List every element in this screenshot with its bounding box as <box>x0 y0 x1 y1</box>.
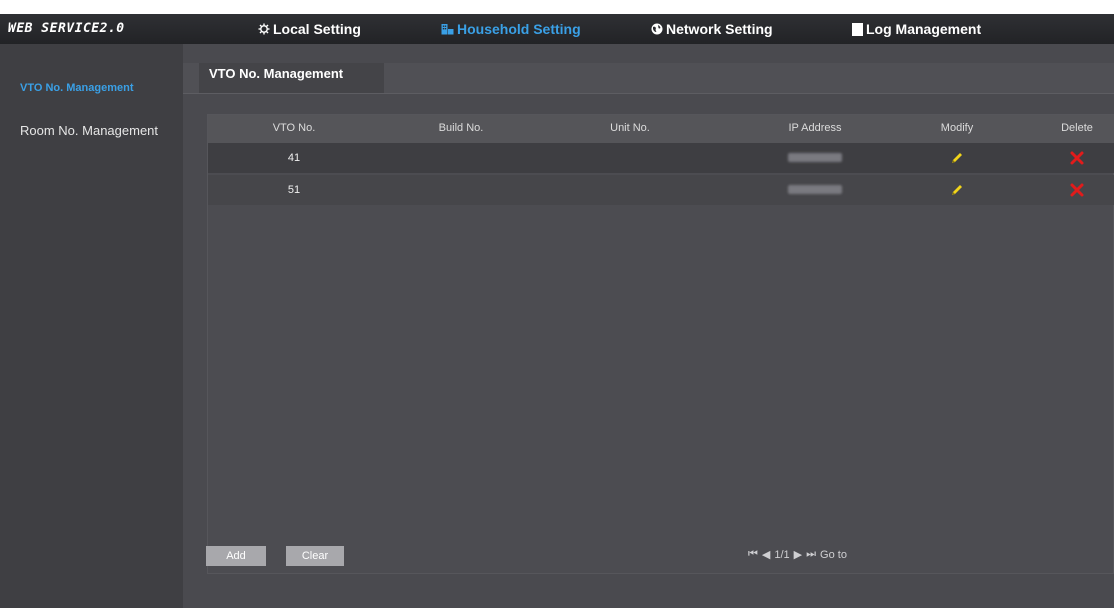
household-icon <box>441 23 454 35</box>
nav-network-setting[interactable]: Network Setting <box>651 14 773 44</box>
prev-page-icon[interactable]: ◀ <box>762 548 770 561</box>
last-page-icon[interactable]: ⏭ <box>806 548 816 561</box>
column-header-vto-no: VTO No. <box>272 122 316 134</box>
nav-household-setting[interactable]: Household Setting <box>441 14 581 44</box>
column-header-ip-address: IP Address <box>788 122 842 134</box>
table-row[interactable]: 51 <box>208 175 1114 205</box>
table-header: VTO No. Build No. Unit No. IP Address Mo… <box>208 115 1114 143</box>
nav-network-setting-label: Network Setting <box>666 21 773 37</box>
delete-x-icon[interactable] <box>1069 182 1085 198</box>
nav-local-setting-label: Local Setting <box>273 21 361 37</box>
brand-logo: WEB SERVICE2.0 <box>8 21 125 36</box>
vto-table: VTO No. Build No. Unit No. IP Address Mo… <box>207 114 1114 574</box>
pagination: ⏮ ◀ 1/1 ▶ ⏭ Go to <box>748 548 847 561</box>
app-window: WEB SERVICE2.0 Local Setting Household S… <box>0 0 1114 608</box>
sidebar-item-room-no-management[interactable]: Room No. Management <box>20 123 158 138</box>
cell-vto-no: 41 <box>287 152 301 164</box>
sidebar: VTO No. Management Room No. Management <box>0 44 183 608</box>
gear-icon <box>258 23 270 35</box>
tab-vto-no-management[interactable]: VTO No. Management <box>199 63 384 93</box>
nav-local-setting[interactable]: Local Setting <box>258 14 361 44</box>
nav-log-management[interactable]: Log Management <box>852 14 981 44</box>
column-header-build-no: Build No. <box>438 122 484 134</box>
log-icon <box>852 22 863 36</box>
clear-button[interactable]: Clear <box>286 546 344 566</box>
pencil-icon[interactable] <box>949 150 965 166</box>
go-to-button[interactable]: Go to <box>820 549 847 561</box>
tab-strip: VTO No. Management <box>183 63 1114 94</box>
table-row[interactable]: 41 <box>208 143 1114 173</box>
column-header-unit-no: Unit No. <box>610 122 650 134</box>
next-page-icon[interactable]: ▶ <box>794 548 802 561</box>
pencil-icon[interactable] <box>949 182 965 198</box>
nav-household-setting-label: Household Setting <box>457 21 581 37</box>
cell-ip-address-redacted <box>788 153 842 162</box>
column-header-modify: Modify <box>940 122 974 134</box>
main-content: VTO No. Management VTO No. Build No. Uni… <box>183 44 1114 608</box>
add-button[interactable]: Add <box>206 546 266 566</box>
top-navigation-bar: WEB SERVICE2.0 Local Setting Household S… <box>0 14 1114 44</box>
cell-vto-no: 51 <box>287 184 301 196</box>
globe-icon <box>651 23 663 35</box>
nav-log-management-label: Log Management <box>866 21 982 37</box>
cell-ip-address-redacted <box>788 185 842 194</box>
column-header-delete: Delete <box>1061 122 1093 134</box>
delete-x-icon[interactable] <box>1069 150 1085 166</box>
sidebar-item-vto-no-management[interactable]: VTO No. Management <box>20 82 133 94</box>
page-indicator: 1/1 <box>774 548 790 561</box>
first-page-icon[interactable]: ⏮ <box>748 548 758 561</box>
